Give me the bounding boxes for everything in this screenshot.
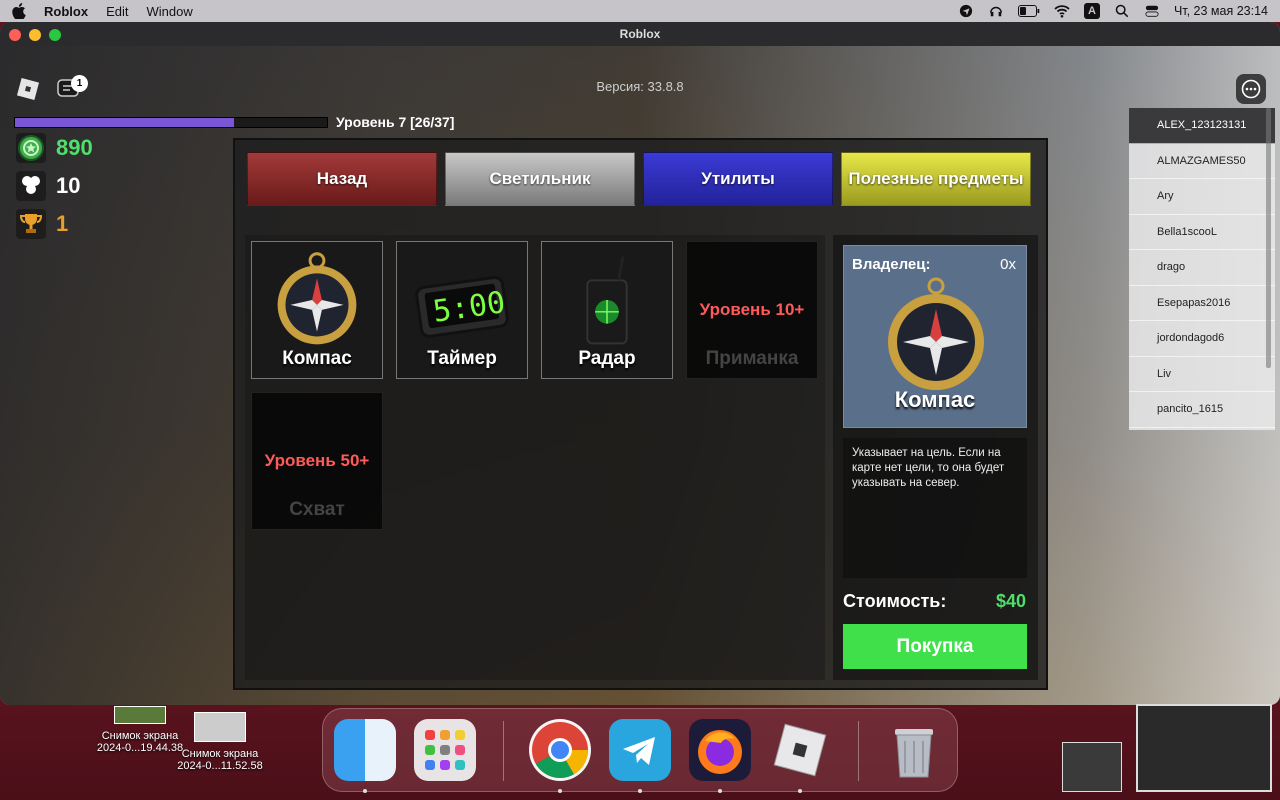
- player-list-item[interactable]: pancito_1615: [1129, 392, 1275, 428]
- coins-stat: 890: [16, 133, 93, 163]
- coin-icon: [16, 133, 46, 163]
- shop-panel: Назад Светильник Утилиты Полезные предме…: [233, 138, 1048, 690]
- file-date: 2024-0...11.52.58: [177, 760, 263, 772]
- player-list-item[interactable]: Bella1scooL: [1129, 215, 1275, 250]
- item-name: Компас: [894, 387, 976, 412]
- menu-app-roblox[interactable]: Roblox: [44, 4, 88, 19]
- item-radar[interactable]: Радар: [541, 241, 673, 379]
- gems-stat: 10: [16, 171, 80, 201]
- tab-utilities[interactable]: Утилиты: [643, 152, 833, 206]
- hexagon-icon: [16, 171, 46, 201]
- item-label: Радар: [578, 348, 636, 369]
- radar-icon: [586, 256, 628, 345]
- owner-count: 0x: [1000, 256, 1016, 273]
- close-window-button[interactable]: [9, 29, 21, 41]
- trash-icon[interactable]: [883, 719, 945, 781]
- compass-icon: [277, 252, 357, 345]
- dock-separator: [858, 721, 859, 781]
- window-title: Roblox: [619, 27, 661, 41]
- player-list-item[interactable]: ALEX_123123131: [1129, 108, 1275, 144]
- ellipsis-icon: [1241, 79, 1261, 99]
- firefox-icon[interactable]: [689, 719, 751, 781]
- roblox-icon[interactable]: [769, 719, 831, 781]
- minimize-window-button[interactable]: [29, 29, 41, 41]
- trophies-value: 1: [56, 211, 69, 236]
- input-source-icon[interactable]: A: [1083, 3, 1100, 19]
- headphones-icon[interactable]: [988, 4, 1004, 18]
- tab-flashlight[interactable]: Светильник: [445, 152, 635, 206]
- player-list-item[interactable]: jordondagod6: [1129, 321, 1275, 357]
- screenshot-preview[interactable]: [1136, 704, 1272, 792]
- xp-progress-fill: [15, 118, 235, 127]
- dock: [322, 708, 958, 793]
- roblox-window: Roblox 1 Версия: 33.8.8 Уровень 7 [26/37…: [0, 22, 1280, 705]
- running-indicator: [798, 789, 802, 793]
- item-timer[interactable]: 5:00 Таймер: [396, 241, 528, 379]
- telegram-icon[interactable]: [609, 719, 671, 781]
- dock-separator: [503, 721, 504, 781]
- tab-useful-items[interactable]: Полезные предметы: [841, 152, 1031, 206]
- item-description: Указывает на цель. Если на карте нет цел…: [843, 438, 1027, 578]
- running-indicator: [718, 789, 722, 793]
- window-titlebar[interactable]: Roblox: [0, 22, 1280, 46]
- player-list: ALEX_123123131 ALMAZGAMES50 Ary Bella1scooL…: [1129, 108, 1275, 430]
- buy-button[interactable]: Покупка: [843, 624, 1027, 669]
- player-list-item[interactable]: ALMAZGAMES50: [1129, 144, 1275, 179]
- location-icon[interactable]: [958, 4, 974, 18]
- lock-requirement: Уровень 10+: [699, 300, 805, 319]
- price-label: Стоимость:: [843, 591, 947, 611]
- trophies-stat: 1: [16, 209, 68, 239]
- xp-progress-bar: [14, 117, 328, 128]
- battery-icon[interactable]: [1017, 4, 1040, 18]
- compass-icon: [888, 277, 984, 390]
- more-options-button[interactable]: [1236, 74, 1266, 104]
- tab-back[interactable]: Назад: [247, 152, 437, 206]
- wifi-icon[interactable]: [1054, 4, 1070, 18]
- item-grab[interactable]: Уровень 50+ Схват: [251, 392, 383, 530]
- menubar-clock[interactable]: Чт, 23 мая 23:14: [1174, 4, 1268, 18]
- level-label: Уровень 7 [26/37]: [336, 114, 455, 130]
- item-bait[interactable]: Уровень 10+ Приманка: [686, 241, 818, 379]
- running-indicator: [638, 789, 642, 793]
- game-viewport: 1 Версия: 33.8.8 Уровень 7 [26/37] 890 1…: [0, 46, 1280, 705]
- player-list-item[interactable]: Ary: [1129, 179, 1275, 215]
- apple-icon[interactable]: [12, 3, 26, 19]
- item-detail-panel: Владелец: 0x Компас Указывает на цель. Е…: [833, 235, 1038, 680]
- gems-value: 10: [56, 173, 81, 198]
- coins-value: 890: [56, 135, 93, 160]
- shop-tabs: Назад Светильник Утилиты Полезные предме…: [247, 152, 1031, 206]
- file-thumbnail: [114, 706, 166, 724]
- price-value: $40: [995, 591, 1026, 611]
- file-thumbnail: [194, 712, 246, 742]
- item-label: Схват: [289, 499, 345, 520]
- item-label: Компас: [282, 348, 352, 369]
- item-label: Приманка: [705, 348, 799, 369]
- menubar: Roblox Edit Window A Чт, 23 мая 23:14: [0, 0, 1280, 22]
- lock-requirement: Уровень 50+: [264, 451, 370, 470]
- running-indicator: [363, 789, 367, 793]
- owner-label: Владелец:: [852, 256, 931, 273]
- item-label: Таймер: [427, 348, 497, 369]
- version-label: Версия: 33.8.8: [596, 79, 684, 94]
- zoom-window-button[interactable]: [49, 29, 61, 41]
- player-list-item[interactable]: Liv: [1129, 357, 1275, 392]
- player-list-scrollbar[interactable]: [1266, 108, 1271, 368]
- menu-edit[interactable]: Edit: [106, 4, 128, 19]
- menu-window[interactable]: Window: [146, 4, 192, 19]
- trophy-icon: [16, 209, 46, 239]
- running-indicator: [558, 789, 562, 793]
- item-compass[interactable]: Компас: [251, 241, 383, 379]
- screenshot-preview-small[interactable]: [1062, 742, 1122, 792]
- search-icon[interactable]: [1114, 4, 1130, 18]
- finder-icon[interactable]: [334, 719, 396, 781]
- file-name: Снимок экрана: [181, 748, 259, 760]
- desktop-file[interactable]: Снимок экрана 2024-0...11.52.58: [168, 712, 272, 772]
- chrome-icon[interactable]: [529, 719, 591, 781]
- items-grid: Компас 5:00 Таймер Радар Уровень 10+ При…: [245, 235, 825, 680]
- item-preview-card: Владелец: 0x Компас: [843, 245, 1027, 428]
- player-list-item[interactable]: Esepapas2016: [1129, 286, 1275, 321]
- launchpad-icon[interactable]: [414, 719, 476, 781]
- control-center-icon[interactable]: [1144, 4, 1160, 18]
- player-list-item[interactable]: drago: [1129, 250, 1275, 286]
